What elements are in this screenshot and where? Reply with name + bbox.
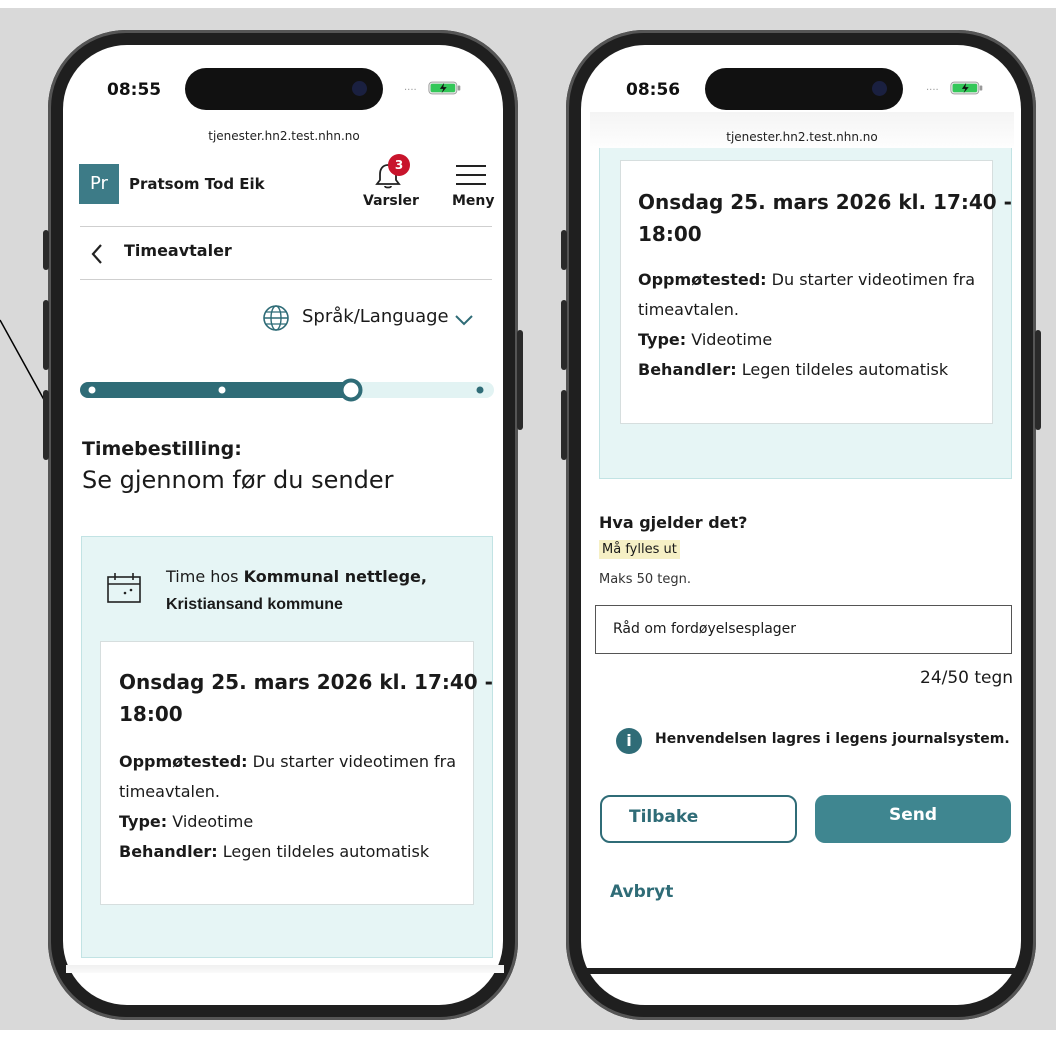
- calendar-icon: [107, 573, 141, 603]
- side-button: [517, 330, 523, 430]
- status-time: 08:56: [626, 80, 681, 100]
- side-button: [43, 300, 49, 370]
- menu-label[interactable]: Meny: [452, 193, 495, 209]
- chevron-left-icon: [91, 244, 102, 264]
- location-label: Oppmøtested:: [638, 270, 767, 289]
- appointment-municipality: Kristiansand kommune: [166, 596, 343, 613]
- signal-dots: ....: [926, 82, 939, 93]
- location-line-2: timeavtalen.: [119, 782, 221, 801]
- url-bar[interactable]: tjenester.hn2.test.nhn.no: [66, 129, 502, 143]
- progress-step-dot: [218, 386, 226, 394]
- heading-small: Timebestilling:: [82, 438, 242, 460]
- type-line: Type: Videotime: [638, 330, 772, 349]
- provider-line: Behandler: Legen tildeles automatisk: [119, 842, 429, 861]
- language-selector[interactable]: Språk/Language: [262, 304, 482, 334]
- page-title: Se gjennom før du sender: [82, 466, 394, 494]
- appointment-with-line-1: Time hos Kommunal nettlege,: [166, 566, 427, 588]
- provider-value: Legen tildeles automatisk: [222, 842, 430, 861]
- camera-icon: [352, 81, 367, 96]
- language-label: Språk/Language: [302, 306, 449, 327]
- divider: [80, 226, 492, 227]
- user-name[interactable]: Pratsom Tod Eik: [129, 175, 265, 193]
- battery-icon: [950, 81, 983, 95]
- scroll-shadow: [66, 965, 504, 973]
- notification-badge: 3: [388, 154, 410, 176]
- location-label: Oppmøtested:: [119, 752, 248, 771]
- type-label: Type:: [119, 812, 168, 831]
- cancel-link[interactable]: Avbryt: [610, 882, 673, 902]
- max-length-hint: Maks 50 tegn.: [599, 572, 692, 587]
- side-button: [43, 230, 49, 270]
- type-value: Videotime: [172, 812, 254, 831]
- type-line: Type: Videotime: [119, 812, 253, 831]
- send-button[interactable]: Send: [815, 795, 1011, 843]
- progress-step-dot: [476, 386, 484, 394]
- location-line: Oppmøtested: Du starter videotimen fra: [119, 752, 456, 771]
- type-value: Videotime: [691, 330, 773, 349]
- location-text: Du starter videotimen fra: [771, 270, 976, 289]
- required-badge: Må fylles ut: [599, 540, 680, 559]
- type-label: Type:: [638, 330, 687, 349]
- globe-icon: [263, 305, 289, 331]
- back-button[interactable]: Tilbake: [600, 795, 797, 843]
- chevron-down-icon: [455, 315, 473, 326]
- divider: [80, 279, 492, 280]
- appointment-date-line-1: Onsdag 25. mars 2026 kl. 17:40 -: [119, 670, 493, 694]
- side-button: [561, 300, 567, 370]
- side-button: [43, 390, 49, 460]
- side-button: [561, 230, 567, 270]
- appointment-with-prefix: Time hos: [166, 567, 239, 586]
- side-button: [561, 390, 567, 460]
- avatar[interactable]: Pr: [79, 164, 119, 204]
- location-line: Oppmøtested: Du starter videotimen fra: [638, 270, 975, 289]
- question-label: Hva gjelder det?: [599, 513, 748, 532]
- back-link-label: Timeavtaler: [124, 241, 232, 260]
- provider-line: Behandler: Legen tildeles automatisk: [638, 360, 948, 379]
- signal-dots: ....: [404, 82, 417, 93]
- notifications-label[interactable]: Varsler: [363, 193, 419, 209]
- provider-value: Legen tildeles automatisk: [741, 360, 949, 379]
- camera-icon: [872, 81, 887, 96]
- progress-current-step: [339, 378, 363, 402]
- status-time: 08:55: [107, 80, 162, 100]
- side-button: [1035, 330, 1041, 430]
- info-icon: i: [616, 728, 642, 754]
- location-text: Du starter videotimen fra: [252, 752, 457, 771]
- provider-label: Behandler:: [119, 842, 218, 861]
- appointment-date-line-2: 18:00: [119, 702, 183, 726]
- progress-step-dot: [88, 386, 96, 394]
- battery-icon: [428, 81, 461, 95]
- subject-input[interactable]: Råd om fordøyelsesplager: [595, 605, 1012, 654]
- provider-label: Behandler:: [638, 360, 737, 379]
- appointment-date-line-2: 18:00: [638, 222, 702, 246]
- appointment-date-line-1: Onsdag 25. mars 2026 kl. 17:40 -: [638, 190, 1012, 214]
- back-link[interactable]: Timeavtaler: [90, 240, 290, 268]
- progress-stepper: [80, 378, 494, 402]
- appointment-provider-name: Kommunal nettlege,: [243, 567, 427, 586]
- char-counter: 24/50 tegn: [920, 668, 1014, 688]
- dynamic-island: [705, 68, 903, 110]
- dynamic-island: [185, 68, 383, 110]
- info-text: Henvendelsen lagres i legens journalsyst…: [655, 731, 1010, 747]
- location-line-2: timeavtalen.: [638, 300, 740, 319]
- bottom-bar: [584, 968, 1024, 974]
- hamburger-menu-icon[interactable]: [456, 162, 486, 186]
- url-bar[interactable]: tjenester.hn2.test.nhn.no: [590, 130, 1014, 144]
